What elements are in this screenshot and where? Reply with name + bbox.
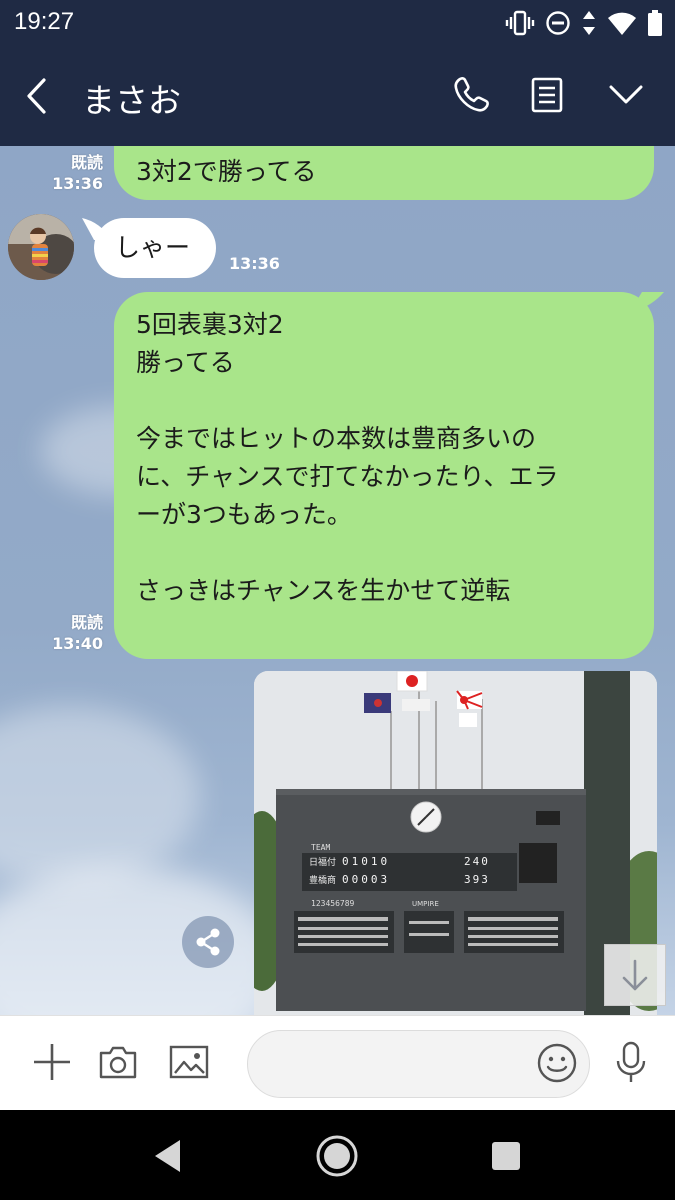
emoji-button[interactable] (536, 1042, 578, 1084)
scoreboard-team-header: TEAM (311, 843, 330, 852)
do-not-disturb-icon (546, 11, 570, 35)
scroll-to-bottom-button[interactable] (604, 944, 666, 1006)
chevron-down-icon (609, 85, 643, 104)
incoming-message-bubble[interactable]: しゃー (94, 218, 216, 278)
battery-icon (648, 10, 662, 36)
message-text: しゃー (115, 233, 191, 262)
add-button[interactable] (30, 1040, 74, 1084)
notes-button[interactable] (524, 72, 570, 118)
arrow-down-icon (622, 959, 648, 991)
image-icon (169, 1045, 209, 1079)
outgoing-message-bubble[interactable]: 5回表裏3対2 勝ってる 今まではヒットの本数は豊商多いの に、チャンスで打てな… (114, 292, 654, 659)
avatar[interactable] (8, 214, 74, 280)
status-icons (505, 8, 663, 38)
voice-button[interactable] (609, 1040, 653, 1084)
back-button[interactable] (18, 74, 58, 118)
chat-area[interactable]: 既読 13:36 3対2で勝ってる しゃー 13:36 5回表裏3対2 勝ってる… (0, 146, 675, 1015)
back-chevron-icon (27, 78, 46, 114)
scoreboard-umpire-label: UMPIRE (412, 900, 439, 908)
nav-recents-button[interactable] (484, 1134, 528, 1178)
status-bar: 19:27 (0, 0, 675, 44)
scoreboard-team-2: 豊橋商 (309, 874, 336, 886)
scoreboard-team-1: 日福付 (309, 856, 336, 868)
scoreboard-innings-1: 01010 (342, 855, 390, 868)
camera-button[interactable] (96, 1040, 140, 1084)
photo-message[interactable]: TEAM 日福付 01010 240 豊橋商 00003 393 1234567… (254, 671, 657, 1015)
data-arrows-icon (583, 11, 595, 35)
chat-header: まさお (0, 44, 675, 146)
background-cloud (0, 866, 280, 1015)
vibrate-icon (505, 10, 535, 36)
notes-icon (531, 77, 563, 113)
menu-dropdown-button[interactable] (603, 72, 649, 118)
emoji-icon (537, 1043, 577, 1083)
android-nav-bar (0, 1110, 675, 1200)
message-text: 5回表裏3対2 勝ってる 今まではヒットの本数は豊商多いの に、チャンスで打てな… (136, 310, 559, 605)
scoreboard-innings-2: 00003 (342, 873, 390, 886)
nav-back-button[interactable] (147, 1134, 191, 1178)
outgoing-message-bubble[interactable]: 3対2で勝ってる (114, 146, 654, 200)
scoreboard-photo: TEAM 日福付 01010 240 豊橋商 00003 393 1234567… (254, 671, 657, 1015)
message-text: 3対2で勝ってる (136, 157, 317, 186)
status-time: 19:27 (14, 8, 75, 35)
scoreboard-rhe-1: 240 (464, 855, 490, 868)
message-meta: 既読 13:40 (40, 612, 103, 654)
background-cloud (0, 706, 200, 886)
phone-icon (454, 77, 489, 112)
recents-square-icon (492, 1142, 520, 1170)
image-button[interactable] (167, 1040, 211, 1084)
wifi-icon (608, 12, 636, 35)
message-time: 13:36 (229, 254, 280, 273)
share-button[interactable] (182, 916, 234, 968)
share-icon (196, 928, 220, 956)
message-meta: 既読 13:36 (40, 152, 103, 194)
message-time: 13:36 (52, 174, 103, 193)
chat-title: まさお (82, 81, 181, 120)
message-time: 13:40 (52, 634, 103, 653)
microphone-icon (616, 1041, 646, 1082)
scoreboard-rhe-2: 393 (464, 873, 490, 886)
read-receipt: 既読 (70, 153, 103, 172)
home-circle-icon (316, 1135, 358, 1177)
scoreboard-lineup-header: 123456789 (311, 899, 355, 908)
back-triangle-icon (155, 1140, 180, 1172)
call-button[interactable] (448, 72, 494, 118)
nav-home-button[interactable] (315, 1134, 359, 1178)
avatar-image (8, 214, 74, 280)
camera-icon (99, 1046, 137, 1079)
plus-icon (34, 1044, 70, 1080)
read-receipt: 既読 (70, 613, 103, 632)
